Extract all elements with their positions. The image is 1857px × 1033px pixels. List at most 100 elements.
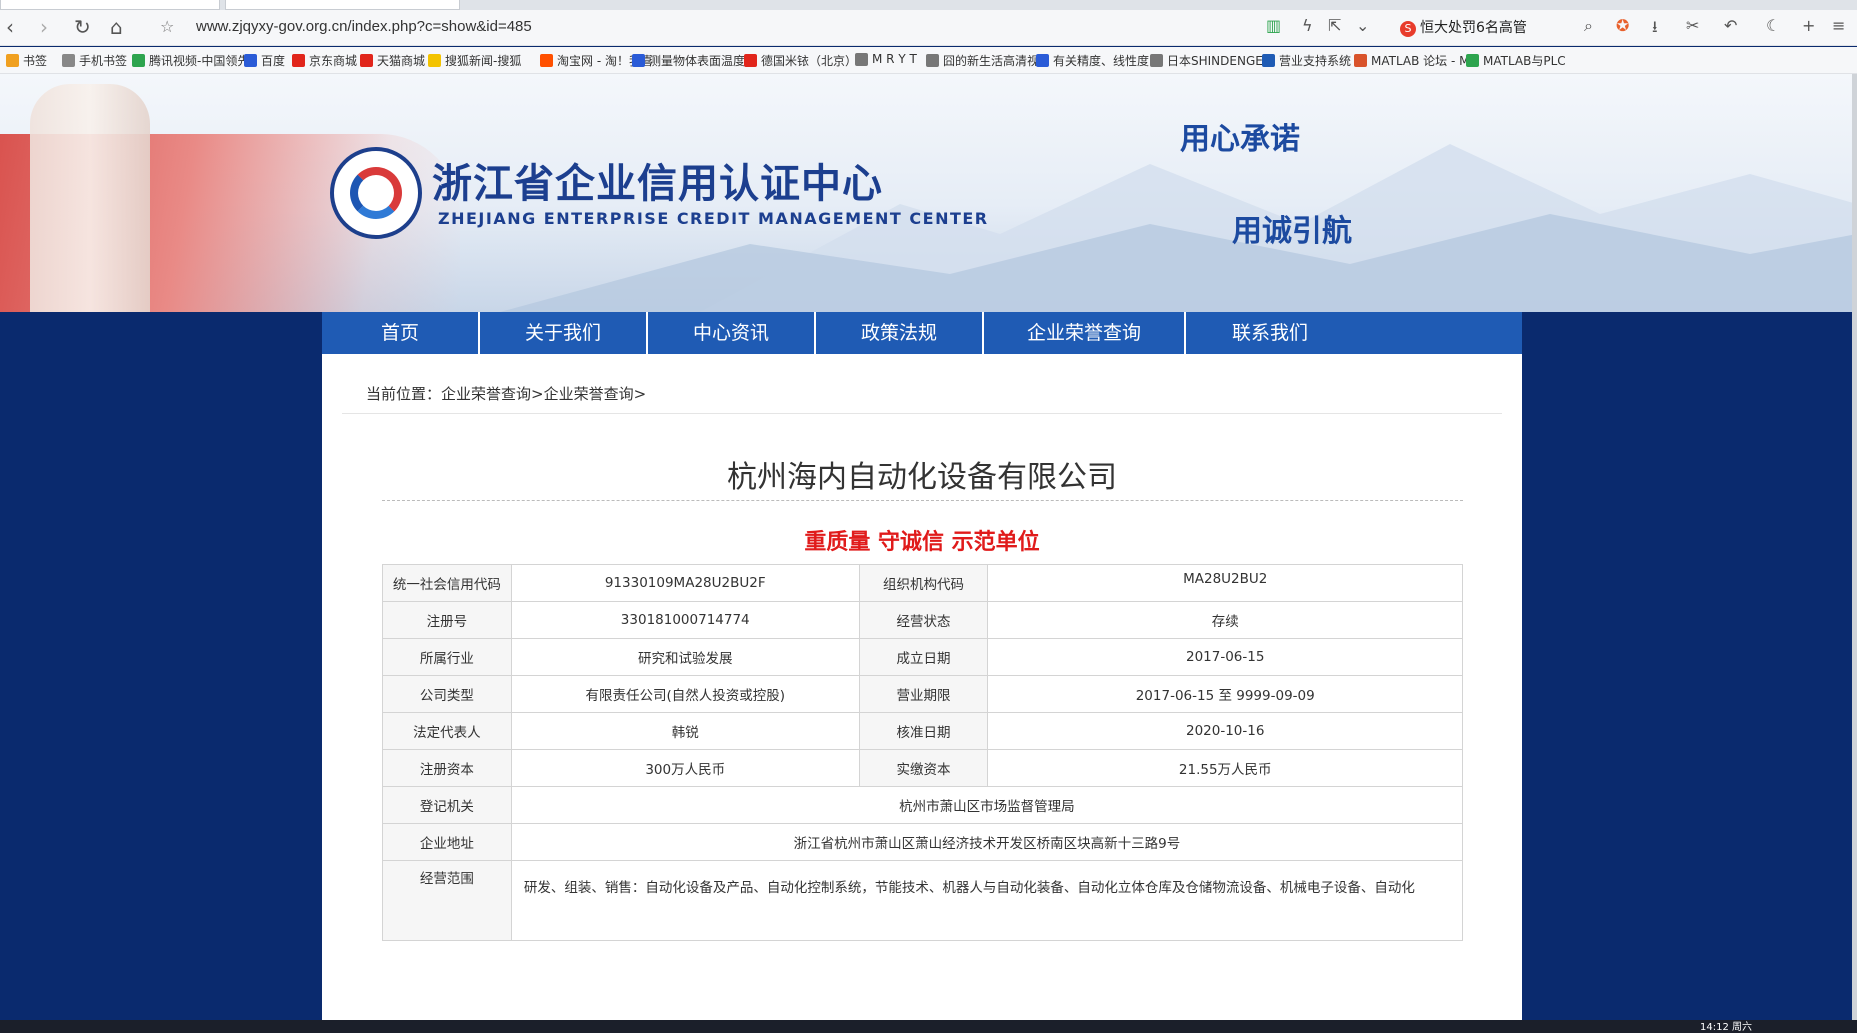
- sogou-icon: S: [1400, 21, 1416, 37]
- field-label: 所属行业: [382, 638, 512, 676]
- field-value: MA28U2BU2: [987, 564, 1463, 602]
- bookmark-label: 腾讯视频-中国领先: [149, 54, 250, 68]
- table-row: 公司类型 有限责任公司(自然人投资或控股) 营业期限 2017-06-15 至 999…: [382, 675, 1463, 713]
- nav-item[interactable]: 政策法规: [816, 312, 984, 354]
- field-label: 统一社会信用代码: [382, 564, 512, 602]
- table-row: 经营范围 研发、组装、销售：自动化设备及产品、自动化控制系统，节能技术、机器人与…: [382, 860, 1464, 941]
- slogan-1: 用心承诺: [1180, 122, 1300, 157]
- paw-icon: [632, 54, 645, 67]
- forward-icon[interactable]: ›: [40, 14, 48, 40]
- breadcrumb[interactable]: 当前位置：企业荣誉查询>企业荣誉查询>: [366, 383, 646, 404]
- bookmark-item[interactable]: 搜狐新闻-搜狐: [428, 52, 521, 69]
- bookmark-item[interactable]: 天猫商城: [360, 52, 425, 69]
- bookmark-item[interactable]: 囧的新生活高清视: [926, 52, 1039, 69]
- paw-icon: [244, 54, 257, 67]
- video-icon: [132, 54, 145, 67]
- share-icon[interactable]: ⇱: [1328, 16, 1341, 35]
- sohu-icon: [428, 54, 441, 67]
- bookmark-item[interactable]: M R Y T: [855, 52, 917, 66]
- table-row: 所属行业 研究和试验发展 成立日期 2017-06-15: [382, 638, 1463, 676]
- field-label: 核准日期: [858, 712, 989, 750]
- tmall-icon: [360, 54, 373, 67]
- game-icon[interactable]: ✪: [1616, 16, 1629, 35]
- news-ticker[interactable]: S 恒大处罚6名高管: [1400, 17, 1527, 37]
- field-value: 有限责任公司(自然人投资或控股): [510, 675, 860, 713]
- content-panel: 当前位置：企业荣誉查询>企业荣誉查询> 杭州海内自动化设备有限公司 重质量 守诚…: [322, 317, 1522, 1020]
- nav-item[interactable]: 企业荣誉查询: [984, 312, 1186, 354]
- browser-tab-active[interactable]: [225, 0, 460, 10]
- table-row: 统一社会信用代码 91330109MA28U2BU2F 组织机构代码 MA28U2BU…: [382, 564, 1463, 602]
- search-icon[interactable]: ⌕: [1584, 16, 1593, 36]
- scope-value: 研发、组装、销售：自动化设备及产品、自动化控制系统，节能技术、机器人与自动化装备…: [510, 860, 1464, 941]
- field-value: 2017-06-15 至 9999-09-09: [987, 675, 1463, 713]
- bookmark-item[interactable]: 手机书签: [62, 52, 127, 69]
- matlab-icon: [1466, 54, 1479, 67]
- scope-label: 经营范围: [382, 860, 512, 941]
- bookmark-item[interactable]: MATLAB 论坛 - M: [1354, 52, 1470, 69]
- undo-icon[interactable]: ↶: [1724, 16, 1737, 35]
- org-name-en: ZHEJIANG ENTERPRISE CREDIT MANAGEMENT CE…: [438, 209, 989, 228]
- tab-strip: [0, 0, 1857, 10]
- org-name-cn: 浙江省企业信用认证中心: [432, 160, 883, 207]
- taskbar: 14:12 周六: [0, 1020, 1857, 1033]
- field-value: 330181000714774: [510, 601, 860, 639]
- refresh-icon[interactable]: ↻: [74, 14, 91, 40]
- table-row: 注册号 330181000714774 经营状态 存续: [382, 601, 1463, 639]
- scrollbar[interactable]: [1852, 74, 1857, 1020]
- address-value: 浙江省杭州市萧山区萧山经济技术开发区桥南区块高新十三路9号: [510, 823, 1464, 861]
- bookmark-label: 手机书签: [79, 54, 128, 68]
- nav-item[interactable]: 首页: [322, 312, 480, 354]
- bookmark-item[interactable]: 德国米铱（北京）: [744, 52, 857, 69]
- browser-tab[interactable]: [0, 0, 220, 10]
- chevron-down-icon[interactable]: ⌄: [1356, 16, 1369, 35]
- star-icon[interactable]: ☆: [160, 14, 174, 40]
- home-icon[interactable]: ⌂: [110, 14, 123, 40]
- bookmark-item[interactable]: 有关精度、线性度: [1036, 52, 1149, 69]
- url-field[interactable]: www.zjqyxy-gov.org.cn/index.php?c=show&i…: [196, 18, 532, 35]
- bookmark-item[interactable]: 营业支持系统: [1262, 52, 1351, 69]
- bookmark-item[interactable]: 百度: [244, 52, 285, 69]
- bookmark-item[interactable]: 京东商城: [292, 52, 357, 69]
- field-value: 21.55万人民币: [987, 749, 1463, 787]
- scissors-icon[interactable]: ✂: [1686, 16, 1699, 35]
- bookmark-label: 百度: [261, 54, 286, 68]
- field-label: 实缴资本: [858, 749, 989, 787]
- slogan-2: 用诚引航: [1232, 214, 1352, 249]
- taobao-icon: [540, 54, 553, 67]
- table-row: 法定代表人 韩锐 核准日期 2020-10-16: [382, 712, 1463, 750]
- authority-label: 登记机关: [382, 786, 512, 824]
- jd-icon: [292, 54, 305, 67]
- huabiao-pillar-illustration: [30, 84, 150, 312]
- field-value: 2020-10-16: [987, 712, 1463, 750]
- field-label: 公司类型: [382, 675, 512, 713]
- bookmark-label: 德国米铱（北京）: [761, 54, 858, 68]
- moon-icon[interactable]: ☾: [1766, 16, 1780, 35]
- bookmark-item[interactable]: 测量物体表面温度: [632, 52, 745, 69]
- bookmark-item[interactable]: 腾讯视频-中国领先: [132, 52, 249, 69]
- star-icon: [6, 54, 19, 67]
- nav-item[interactable]: 联系我们: [1186, 312, 1354, 354]
- bookmark-label: 天猫商城: [377, 54, 426, 68]
- taskbar-clock: 14:12 周六: [1700, 1022, 1752, 1033]
- lightning-icon[interactable]: ϟ: [1302, 16, 1313, 35]
- bookmark-label: 日本SHINDENGE: [1167, 54, 1263, 68]
- main-nav: 首页 关于我们 中心资讯 政策法规 企业荣誉查询 联系我们: [322, 312, 1522, 354]
- download-icon[interactable]: ⭳: [1652, 16, 1658, 43]
- menu-icon[interactable]: ≡: [1832, 16, 1845, 35]
- nav-item[interactable]: 中心资讯: [648, 312, 816, 354]
- bookmark-item[interactable]: 日本SHINDENGE: [1150, 52, 1263, 69]
- address-label: 企业地址: [382, 823, 512, 861]
- bookmark-label: 书签: [23, 54, 48, 68]
- plus-icon[interactable]: +: [1802, 16, 1815, 35]
- bookmark-item[interactable]: MATLAB与PLC: [1466, 52, 1566, 69]
- phone-icon: [62, 54, 75, 67]
- org-logo[interactable]: [330, 147, 422, 239]
- field-label: 注册号: [382, 601, 512, 639]
- nav-item[interactable]: 关于我们: [480, 312, 648, 354]
- field-value: 研究和试验发展: [510, 638, 860, 676]
- bookmark-item[interactable]: 书签: [6, 52, 47, 69]
- field-label: 成立日期: [858, 638, 989, 676]
- back-icon[interactable]: ‹: [6, 14, 14, 40]
- reader-icon[interactable]: ▥: [1266, 16, 1281, 35]
- bookmark-label: 有关精度、线性度: [1053, 54, 1150, 68]
